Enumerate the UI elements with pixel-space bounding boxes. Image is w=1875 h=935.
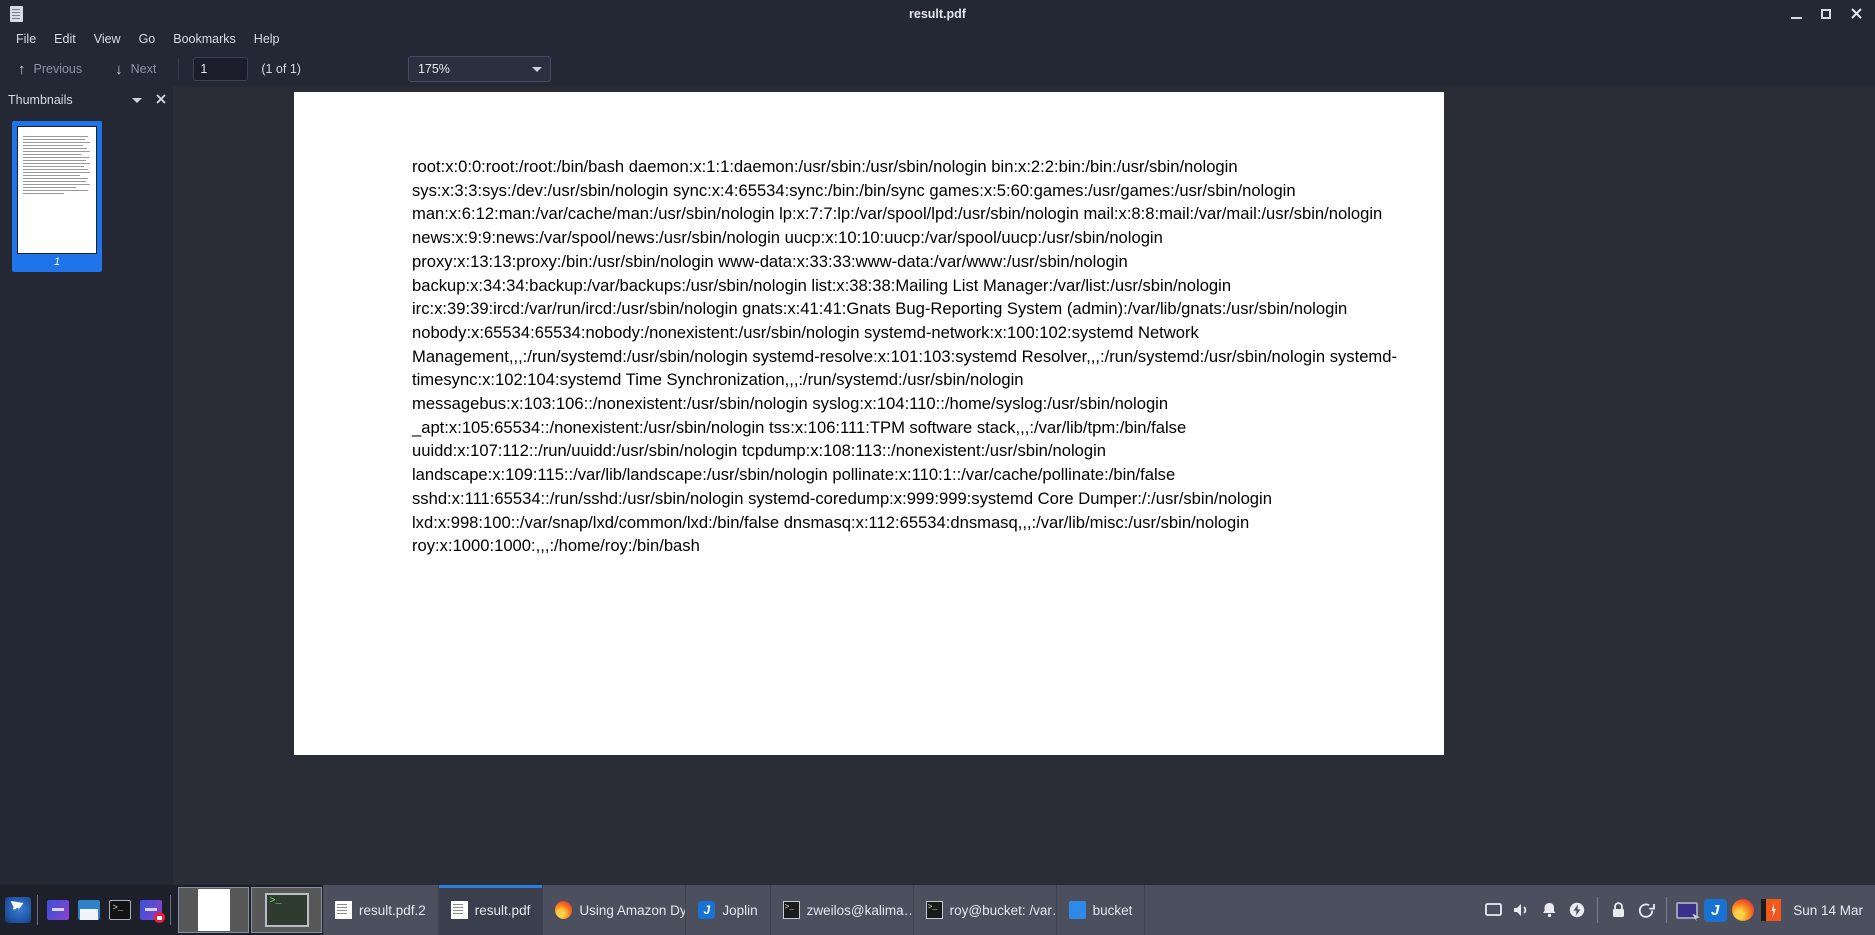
terminal-icon [782,901,800,919]
task-button[interactable]: bucket [1057,885,1146,935]
arrow-down-icon: ↓ [115,60,123,78]
folder-icon [1068,901,1086,919]
display-icon[interactable] [1479,885,1507,935]
arrow-up-icon: ↑ [18,60,26,78]
window-previews [177,885,323,935]
task-label: result.pdf.2 [359,902,426,918]
launcher-divider [170,895,171,925]
window-titlebar: result.pdf [0,0,1875,27]
previous-label: Previous [33,62,83,76]
minimize-button[interactable] [1781,0,1811,27]
chevron-down-icon[interactable] [132,97,142,103]
task-button[interactable]: Using Amazon Dy… [543,885,687,935]
lock-icon[interactable] [1604,885,1632,935]
file-manager-icon[interactable] [73,885,104,935]
navigation-toolbar: ↑ Previous ↓ Next (1 of 1) 175% [0,51,1875,87]
task-label: roy@bucket: /var… [949,902,1057,918]
menu-bookmarks[interactable]: Bookmarks [164,29,245,49]
pdf-page-text: root:x:0:0:root:/root:/bin/bash daemon:x… [412,157,1397,556]
close-icon[interactable] [155,93,167,107]
flash-app-tray-icon[interactable] [1757,885,1785,935]
document-icon [335,901,352,919]
terminal-preview[interactable] [251,887,322,933]
zoom-value: 175% [417,62,450,76]
tray-divider [1666,897,1668,923]
clock[interactable]: Sun 14 Mar [1785,903,1871,918]
zoom-select[interactable]: 175% [407,56,551,82]
task-label: result.pdf [474,902,531,918]
firefox-icon [555,901,573,919]
window-controls [1781,0,1871,27]
page-count-label: (1 of 1) [261,62,301,76]
document-icon [450,901,468,919]
thumbnails-sidebar: Thumbnails 1 [0,87,173,885]
window-title: result.pdf [909,6,966,21]
task-button[interactable]: J Joplin [686,885,771,935]
menu-go[interactable]: Go [130,29,165,49]
kali-menu-icon[interactable] [2,885,33,935]
sidebar-header: Thumbnails [0,87,173,113]
thumbnail-item-1[interactable]: 1 [12,121,102,272]
taskbar-launchers [0,885,177,935]
terminal-icon[interactable] [104,885,135,935]
tray-divider [1597,897,1599,923]
joplin-tray-icon[interactable]: J [1701,885,1729,935]
task-label: Joplin [722,902,758,918]
thumbnail-list: 1 [0,113,173,272]
task-button[interactable]: result.pdf.2 [323,885,439,935]
power-icon[interactable] [1563,885,1591,935]
next-page-button[interactable]: ↓ Next [107,59,164,80]
chevron-down-icon [531,67,542,72]
notification-bell-icon[interactable] [1535,885,1563,935]
task-button[interactable]: zweilos@kalima… [771,885,914,935]
task-button[interactable]: roy@bucket: /var… [914,885,1057,935]
menu-file[interactable]: File [7,29,45,49]
screen-recorder-icon[interactable] [135,885,166,935]
menu-help[interactable]: Help [245,29,289,49]
task-label: zweilos@kalima… [806,902,914,918]
screen-share-icon[interactable] [1673,885,1701,935]
system-tray: J Sun 14 Mar [1475,885,1875,935]
document-icon [6,4,26,24]
joplin-icon: J [698,901,716,919]
terminal-gradient-icon[interactable] [42,885,73,935]
toolbar-divider [178,58,180,80]
terminal-icon [925,901,943,919]
pdf-page: root:x:0:0:root:/root:/bin/bash daemon:x… [294,92,1444,755]
task-label: bucket [1092,902,1133,918]
thumbnail-page-preview [17,126,97,254]
next-label: Next [130,62,157,76]
previous-page-button[interactable]: ↑ Previous [10,59,90,80]
task-label: Using Amazon Dy… [579,902,687,918]
firefox-tray-icon[interactable] [1729,885,1757,935]
document-viewer[interactable]: root:x:0:0:root:/root:/bin/bash daemon:x… [173,87,1875,885]
menubar: File Edit View Go Bookmarks Help [0,27,1875,51]
logout-icon[interactable] [1632,885,1660,935]
volume-icon[interactable] [1507,885,1535,935]
desktop-root: result.pdf File Edit View Go Bookmarks H… [0,0,1875,935]
sidebar-title: Thumbnails [8,93,73,107]
taskbar: result.pdf.2 result.pdf Using Amazon Dy…… [0,885,1875,935]
document-preview[interactable] [178,887,249,933]
close-button[interactable] [1841,0,1871,27]
maximize-button[interactable] [1811,0,1841,27]
page-number-input[interactable] [193,57,249,81]
launcher-divider [37,895,38,925]
menu-edit[interactable]: Edit [45,29,85,49]
thumbnail-page-number: 1 [53,256,61,268]
task-button[interactable]: result.pdf [438,885,544,935]
taskbar-tasks: result.pdf.2 result.pdf Using Amazon Dy…… [323,885,1476,935]
menu-view[interactable]: View [85,29,130,49]
